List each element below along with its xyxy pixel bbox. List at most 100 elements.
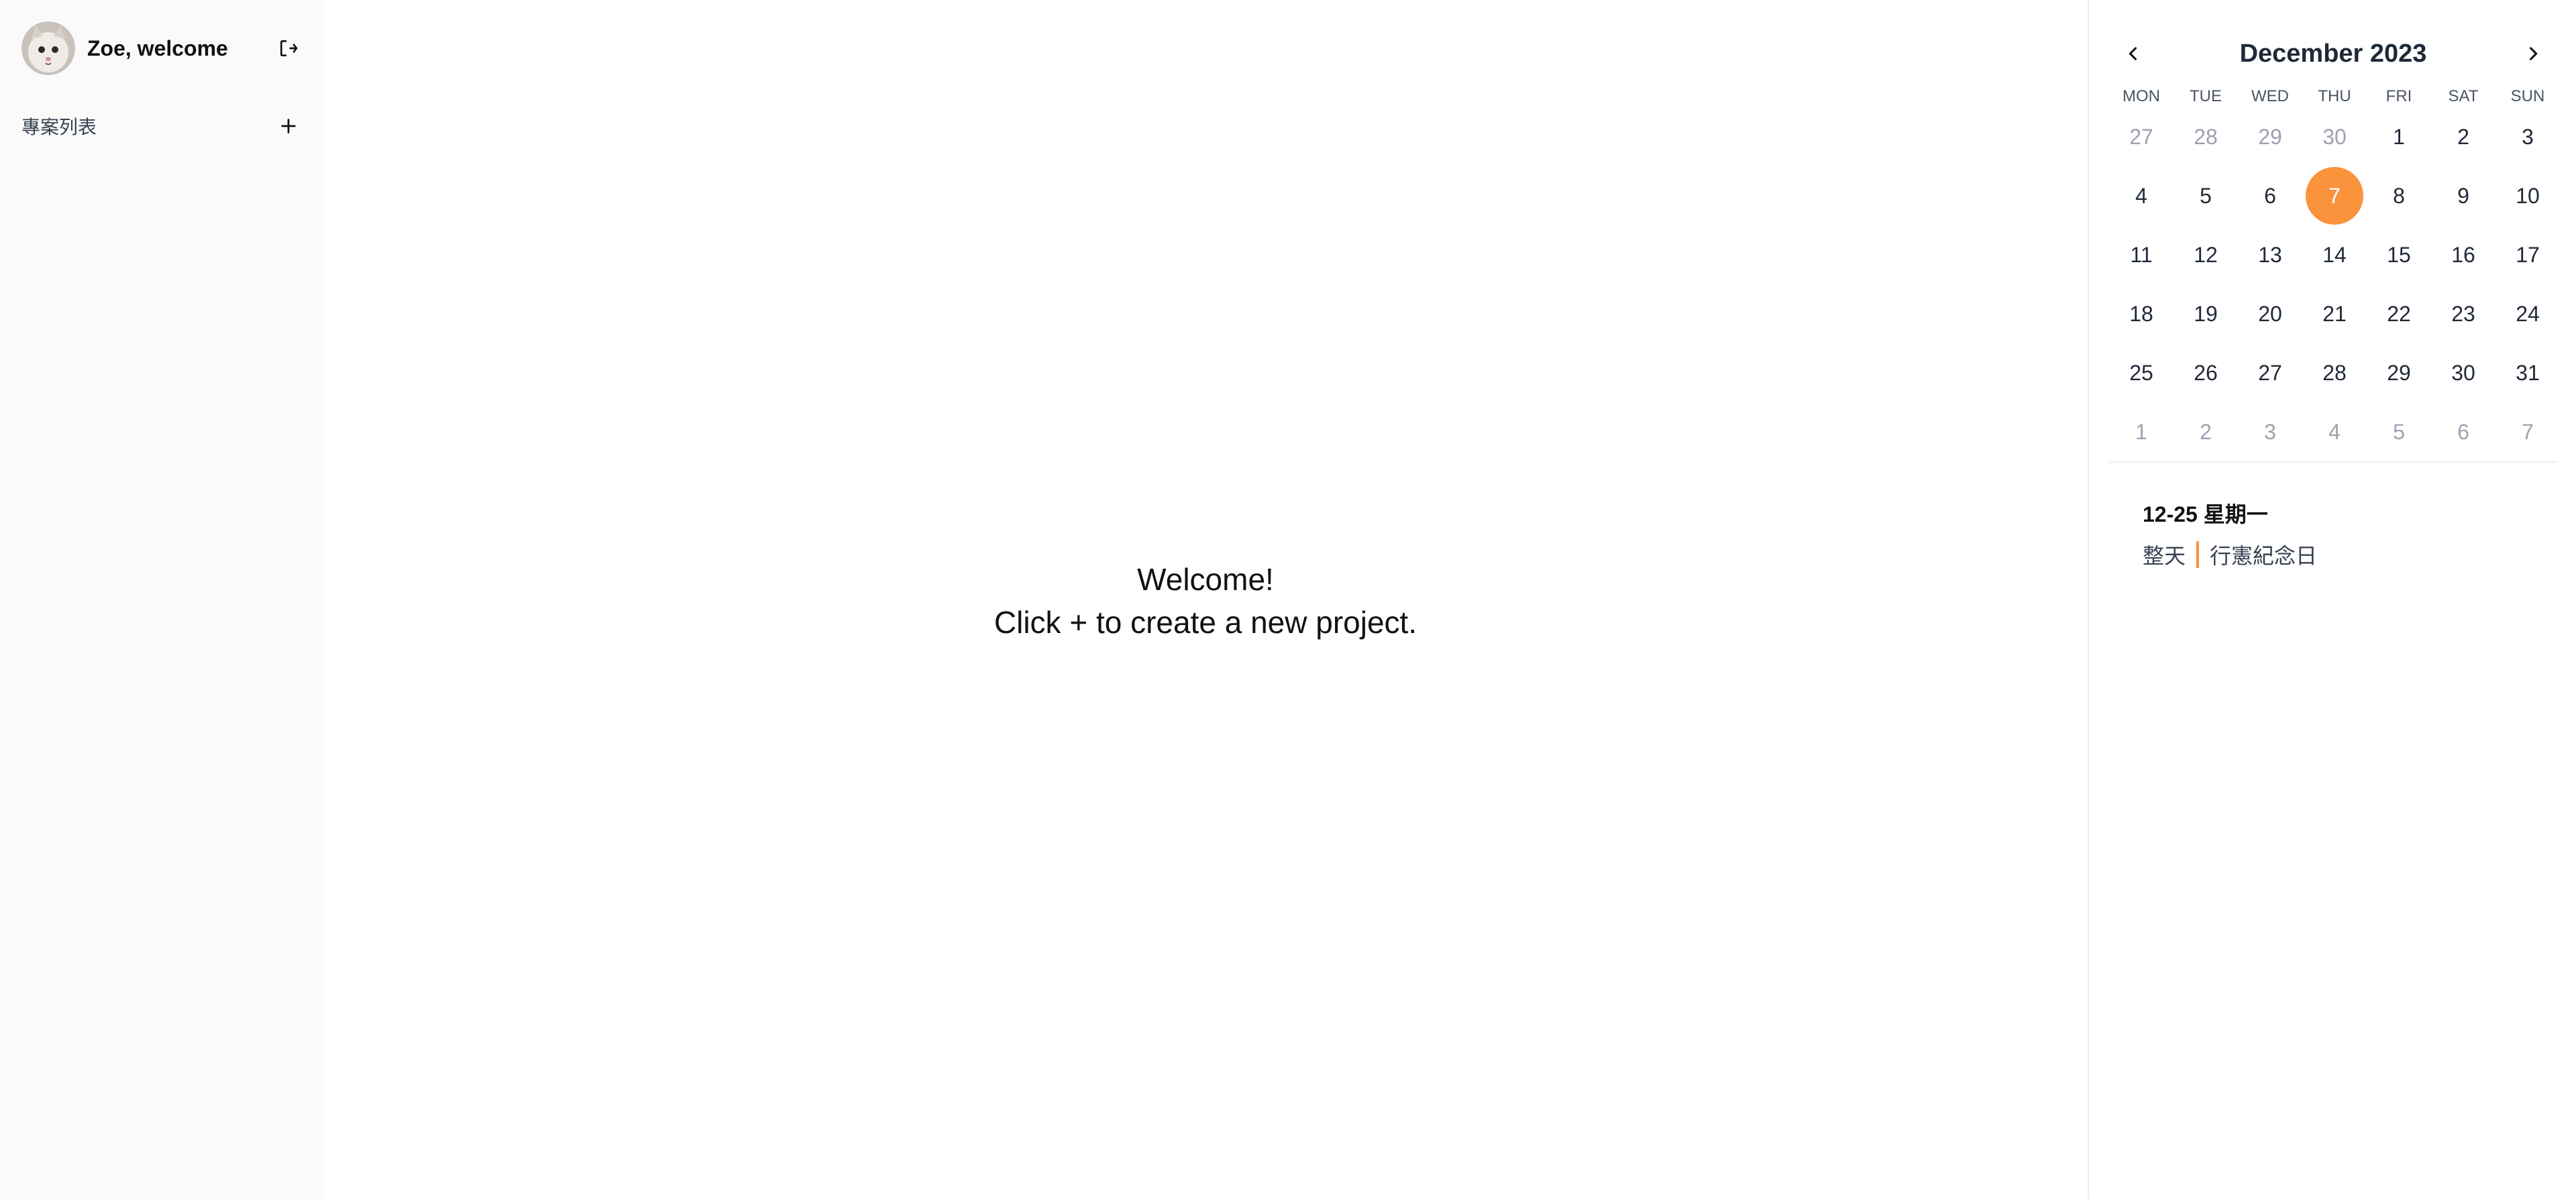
calendar-day-number: 30 <box>2451 360 2475 385</box>
calendar-day-number: 20 <box>2258 301 2282 326</box>
event-color-bar <box>2196 541 2200 568</box>
calendar-day[interactable]: 5 <box>2367 402 2431 461</box>
calendar-day[interactable]: 30 <box>2431 343 2496 402</box>
calendar-day[interactable]: 28 <box>2302 343 2367 402</box>
calendar-day-number: 16 <box>2451 242 2475 267</box>
calendar-day[interactable]: 18 <box>2109 284 2174 343</box>
calendar-day-number: 13 <box>2258 242 2282 267</box>
weekday-label: TUE <box>2190 87 2222 105</box>
calendar-day[interactable]: 2 <box>2174 402 2238 461</box>
welcome-heading: Welcome! <box>1137 562 1274 597</box>
calendar-day-number: 3 <box>2264 419 2276 444</box>
calendar-divider <box>2109 461 2557 463</box>
next-month-button[interactable] <box>2509 30 2557 78</box>
weekday-label: MON <box>2123 87 2160 105</box>
calendar-day-number: 28 <box>2322 360 2347 385</box>
calendar-day[interactable]: 30 <box>2302 107 2367 166</box>
weekday-label: SUN <box>2510 87 2545 105</box>
calendar-day[interactable]: 1 <box>2367 107 2431 166</box>
calendar-panel: December 2023 MON TUE WED THU FRI SAT SUN 27 28… <box>2088 0 2576 1199</box>
welcome-user-text: Zoe, welcome <box>87 36 228 60</box>
calendar-day[interactable]: 27 <box>2238 343 2302 402</box>
calendar-day[interactable]: 28 <box>2174 107 2238 166</box>
calendar-day[interactable]: 19 <box>2174 284 2238 343</box>
calendar-day[interactable]: 23 <box>2431 284 2496 343</box>
calendar-day-number: 27 <box>2129 124 2153 149</box>
plus-icon <box>281 119 296 133</box>
event-item[interactable]: 整天 行憲紀念日 <box>2143 539 2317 570</box>
calendar-day-number: 17 <box>2516 242 2540 267</box>
calendar-day-number: 4 <box>2135 183 2147 208</box>
calendar-day[interactable]: 3 <box>2496 107 2560 166</box>
calendar-day-number: 6 <box>2264 183 2276 208</box>
event-title: 行憲紀念日 <box>2210 544 2318 568</box>
calendar-day-number: 1 <box>2135 419 2147 444</box>
calendar-day-number: 31 <box>2516 360 2540 385</box>
calendar-day-number: 2 <box>2457 124 2469 149</box>
calendar-day-number: 14 <box>2322 242 2347 267</box>
calendar-day[interactable]: 27 <box>2109 107 2174 166</box>
calendar-day[interactable]: 2 <box>2431 107 2496 166</box>
calendar-day-number: 29 <box>2258 124 2282 149</box>
calendar-day[interactable]: 6 <box>2238 166 2302 225</box>
calendar-header: December 2023 <box>2109 30 2557 78</box>
calendar-day-number: 27 <box>2258 360 2282 385</box>
month-title: December 2023 <box>2239 39 2427 68</box>
previous-month-button[interactable] <box>2109 30 2157 78</box>
calendar-day[interactable]: 20 <box>2238 284 2302 343</box>
calendar-day[interactable]: 12 <box>2174 225 2238 284</box>
calendar-day[interactable]: 16 <box>2431 225 2496 284</box>
calendar-day-number: 26 <box>2194 360 2218 385</box>
calendar-day-number: 4 <box>2328 419 2341 444</box>
calendar-day[interactable]: 14 <box>2302 225 2367 284</box>
calendar-day-number: 24 <box>2516 301 2540 326</box>
calendar-day-number: 6 <box>2457 419 2469 444</box>
calendar-day-grid: 27 28 29 30 1 2 3 4 5 6 7 8 9 10 11 12 13 14 15 16 17 18 19 20 2… <box>2109 107 2560 461</box>
calendar-day-number: 3 <box>2522 124 2534 149</box>
calendar-day-number: 30 <box>2322 124 2347 149</box>
user-header: Zoe, welcome <box>21 21 303 75</box>
calendar-day[interactable]: 17 <box>2496 225 2560 284</box>
weekday-header-row: MON TUE WED THU FRI SAT SUN <box>2109 84 2560 109</box>
welcome-instruction: Click + to create a new project. <box>994 605 1417 640</box>
calendar-day-number: 28 <box>2194 124 2218 149</box>
calendar-day[interactable]: 8 <box>2367 166 2431 225</box>
calendar-day[interactable]: 22 <box>2367 284 2431 343</box>
calendar-day-number: 21 <box>2322 301 2347 326</box>
calendar-day[interactable]: 21 <box>2302 284 2367 343</box>
calendar-day-number: 7 <box>2522 419 2534 444</box>
calendar-day[interactable]: 15 <box>2367 225 2431 284</box>
sidebar: Zoe, welcome 專案列表 <box>0 0 323 1199</box>
calendar-day[interactable]: 5 <box>2174 166 2238 225</box>
calendar-day[interactable]: 26 <box>2174 343 2238 402</box>
calendar-day[interactable]: 1 <box>2109 402 2174 461</box>
calendar-day[interactable]: 7 <box>2496 402 2560 461</box>
calendar-day-number: 23 <box>2451 301 2475 326</box>
calendar-day[interactable]: 11 <box>2109 225 2174 284</box>
user-avatar <box>21 21 75 75</box>
calendar-day-number: 15 <box>2387 242 2411 267</box>
calendar-day-selected[interactable]: 7 <box>2302 166 2367 225</box>
logout-button[interactable] <box>274 34 303 63</box>
event-time-label: 整天 <box>2143 544 2186 568</box>
calendar-day-number: 5 <box>2393 419 2405 444</box>
weekday-label: FRI <box>2385 87 2412 105</box>
calendar-day-number: 2 <box>2200 419 2212 444</box>
calendar-day[interactable]: 10 <box>2496 166 2560 225</box>
calendar-day[interactable]: 29 <box>2367 343 2431 402</box>
calendar-day[interactable]: 31 <box>2496 343 2560 402</box>
calendar-day[interactable]: 4 <box>2109 166 2174 225</box>
calendar-day-number: 10 <box>2516 183 2540 208</box>
calendar-day-number: 18 <box>2129 301 2153 326</box>
calendar-day[interactable]: 9 <box>2431 166 2496 225</box>
calendar-day[interactable]: 6 <box>2431 402 2496 461</box>
calendar-day[interactable]: 29 <box>2238 107 2302 166</box>
calendar-day[interactable]: 13 <box>2238 225 2302 284</box>
project-list-header: 專案列表 <box>21 113 303 139</box>
add-project-button[interactable] <box>274 111 303 141</box>
calendar-day[interactable]: 24 <box>2496 284 2560 343</box>
calendar-day[interactable]: 25 <box>2109 343 2174 402</box>
calendar-day[interactable]: 4 <box>2302 402 2367 461</box>
logout-icon <box>280 40 298 56</box>
calendar-day[interactable]: 3 <box>2238 402 2302 461</box>
